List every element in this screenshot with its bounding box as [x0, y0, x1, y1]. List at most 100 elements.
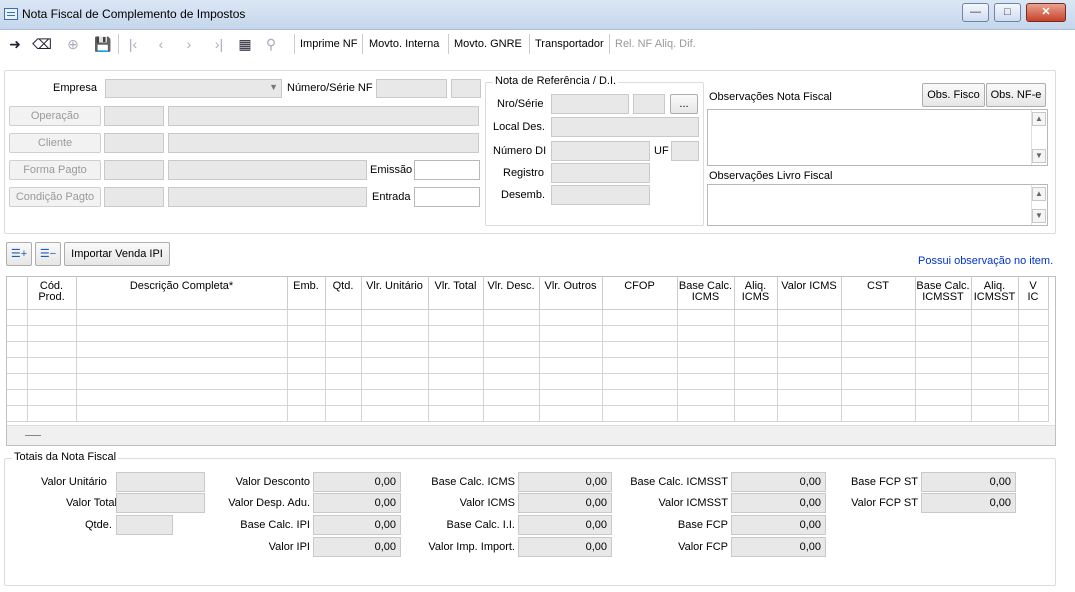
table-icon[interactable]: ▦	[234, 34, 256, 54]
table-cell[interactable]	[841, 325, 916, 342]
column-header[interactable]: Vlr. Total	[428, 277, 484, 310]
table-cell[interactable]	[677, 373, 735, 390]
table-cell[interactable]	[1018, 389, 1049, 406]
table-cell[interactable]	[27, 405, 77, 422]
table-cell[interactable]	[539, 357, 603, 374]
table-cell[interactable]	[428, 325, 484, 342]
cliente-code-field[interactable]	[104, 133, 164, 153]
table-cell[interactable]	[27, 389, 77, 406]
obs-nota-fiscal-textarea[interactable]: ▲ ▼	[707, 109, 1048, 166]
column-header[interactable]: Aliq. ICMS	[734, 277, 778, 310]
transportador-button[interactable]: Transportador	[532, 35, 607, 54]
save-icon[interactable]: 💾	[92, 34, 114, 54]
table-cell[interactable]	[915, 341, 972, 358]
table-cell[interactable]	[76, 357, 288, 374]
table-cell[interactable]	[777, 389, 842, 406]
table-cell[interactable]	[428, 405, 484, 422]
serie-field[interactable]	[633, 94, 665, 114]
rel-nf-aliq-dif-button[interactable]: Rel. NF Aliq. Dif.	[612, 35, 699, 54]
table-cell[interactable]	[287, 309, 326, 326]
importar-venda-ipi-button[interactable]: Importar Venda IPI	[64, 242, 170, 266]
table-cell[interactable]	[483, 389, 540, 406]
condicao-pagto-button[interactable]: Condição Pagto	[9, 187, 101, 207]
table-cell[interactable]	[777, 309, 842, 326]
uf-field[interactable]	[671, 141, 699, 161]
scrollbar[interactable]: ▲ ▼	[1031, 185, 1047, 225]
table-cell[interactable]	[428, 357, 484, 374]
column-header[interactable]: Descrição Completa*	[76, 277, 288, 310]
table-cell[interactable]	[287, 389, 326, 406]
table-cell[interactable]	[677, 405, 735, 422]
table-cell[interactable]	[361, 389, 429, 406]
table-cell[interactable]	[428, 341, 484, 358]
table-cell[interactable]	[539, 389, 603, 406]
column-header[interactable]: Aliq. ICMSST	[971, 277, 1019, 310]
table-cell[interactable]	[325, 405, 362, 422]
table-cell[interactable]	[361, 325, 429, 342]
last-record-icon[interactable]: ›|	[208, 34, 230, 54]
table-cell[interactable]	[428, 309, 484, 326]
table-cell[interactable]	[7, 309, 28, 326]
local-des-field[interactable]	[551, 117, 699, 137]
table-cell[interactable]	[428, 389, 484, 406]
table-cell[interactable]	[602, 309, 678, 326]
table-cell[interactable]	[483, 325, 540, 342]
table-cell[interactable]	[361, 341, 429, 358]
imprime-nf-button[interactable]: Imprime NF	[297, 35, 360, 54]
table-cell[interactable]	[27, 373, 77, 390]
table-cell[interactable]	[777, 405, 842, 422]
table-cell[interactable]	[539, 325, 603, 342]
table-cell[interactable]	[76, 325, 288, 342]
numero-nf-field[interactable]	[376, 79, 447, 98]
close-icon[interactable]: ✕	[1026, 3, 1066, 22]
column-header[interactable]: Valor ICMS	[777, 277, 842, 310]
table-cell[interactable]	[971, 357, 1019, 374]
table-cell[interactable]	[7, 405, 28, 422]
table-cell[interactable]	[841, 309, 916, 326]
table-cell[interactable]	[971, 309, 1019, 326]
cliente-name-field[interactable]	[168, 133, 479, 153]
next-record-icon[interactable]: ›	[178, 34, 200, 54]
table-row[interactable]	[7, 405, 1049, 422]
table-cell[interactable]	[915, 405, 972, 422]
scroll-down-icon[interactable]: ▼	[1032, 209, 1046, 223]
condicao-pagto-code-field[interactable]	[104, 187, 164, 207]
operacao-code-field[interactable]	[104, 106, 164, 126]
maximize-icon[interactable]: □	[994, 3, 1021, 22]
minimize-icon[interactable]: —	[962, 3, 989, 22]
table-row[interactable]	[7, 373, 1049, 390]
table-cell[interactable]	[325, 325, 362, 342]
nro-field[interactable]	[551, 94, 629, 114]
column-header[interactable]: Vlr. Outros	[539, 277, 603, 310]
table-cell[interactable]	[841, 405, 916, 422]
column-header[interactable]: V IC	[1018, 277, 1049, 310]
table-cell[interactable]	[76, 373, 288, 390]
table-cell[interactable]	[677, 341, 735, 358]
desemb-date-field[interactable]	[551, 185, 650, 205]
table-cell[interactable]	[7, 389, 28, 406]
entrada-date-field[interactable]	[414, 187, 480, 207]
table-cell[interactable]	[777, 325, 842, 342]
table-cell[interactable]	[539, 373, 603, 390]
table-cell[interactable]	[1018, 373, 1049, 390]
obs-fisco-button[interactable]: Obs. Fisco	[922, 83, 985, 107]
table-cell[interactable]	[841, 357, 916, 374]
add-icon[interactable]: ⊕	[62, 34, 84, 54]
table-cell[interactable]	[325, 357, 362, 374]
column-header[interactable]: Cód. Prod.	[27, 277, 77, 310]
table-cell[interactable]	[483, 405, 540, 422]
table-cell[interactable]	[734, 405, 778, 422]
table-cell[interactable]	[361, 357, 429, 374]
numero-di-field[interactable]	[551, 141, 650, 161]
table-cell[interactable]	[483, 341, 540, 358]
movto-gnre-button[interactable]: Movto. GNRE	[451, 35, 525, 54]
table-cell[interactable]	[1018, 325, 1049, 342]
empresa-select[interactable]: ▼	[105, 79, 282, 98]
previous-record-icon[interactable]: ‹	[150, 34, 172, 54]
column-header[interactable]: Base Calc. ICMSST	[915, 277, 972, 310]
table-cell[interactable]	[677, 357, 735, 374]
table-cell[interactable]	[602, 405, 678, 422]
table-cell[interactable]	[602, 341, 678, 358]
scroll-up-icon[interactable]: ▲	[1032, 187, 1046, 201]
table-row[interactable]	[7, 309, 1049, 326]
